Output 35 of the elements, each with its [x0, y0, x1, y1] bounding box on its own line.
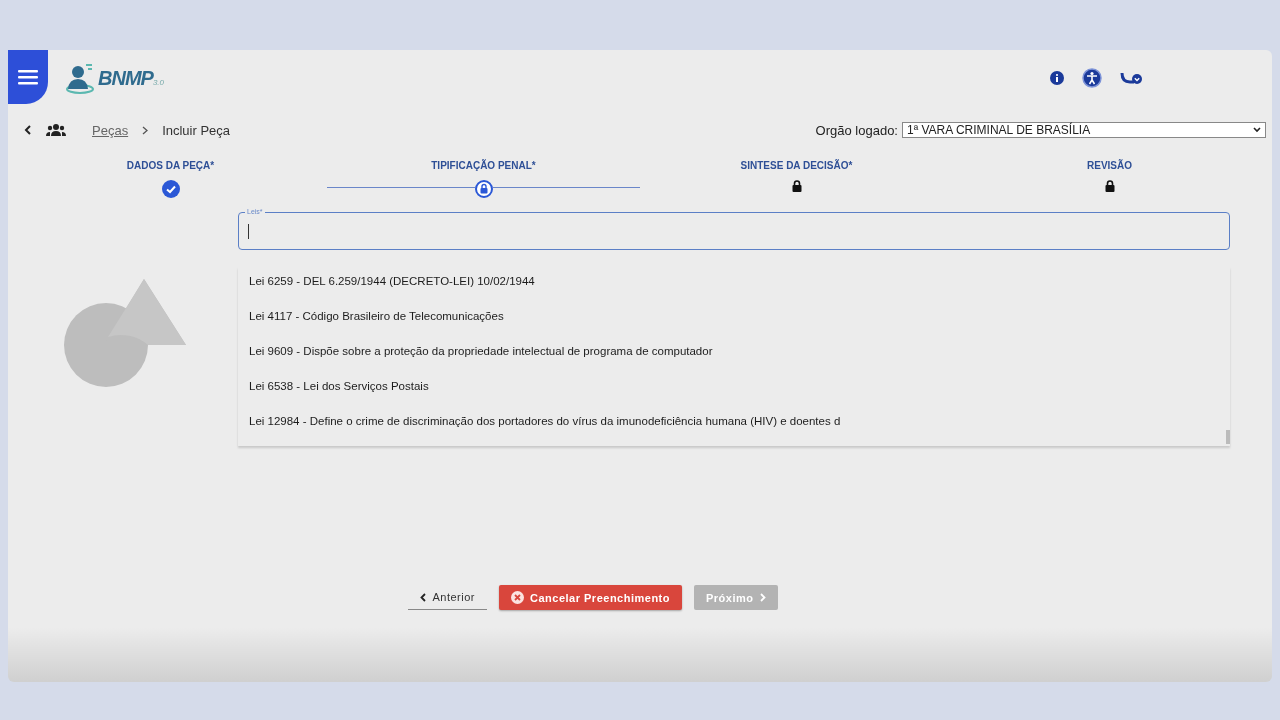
chevron-icon [142, 125, 149, 135]
lock-icon [790, 180, 803, 192]
logo-title: BNMP [98, 66, 153, 90]
step-tab[interactable]: REVISÃO [953, 160, 1266, 201]
cancel-button[interactable]: Cancelar Preenchimento [499, 585, 682, 610]
shapes-icon [64, 279, 188, 389]
law-option[interactable]: Lei 4117 - Código Brasileiro de Telecomunicações [238, 302, 1230, 337]
back-icon[interactable] [24, 125, 32, 135]
lock-circle-icon [474, 180, 493, 198]
accessibility-icon[interactable] [1082, 68, 1102, 88]
law-option[interactable]: Lei 9609 - Dispõe sobre a proteção da propriedade intelectual de programa de computador [238, 337, 1230, 372]
logo-version: 3.0 [152, 77, 164, 87]
orgao-select[interactable]: 1ª VARA CRIMINAL DE BRASÍLIA [902, 122, 1266, 138]
step-tab[interactable]: DADOS DA PEÇA* [14, 160, 327, 201]
info-icon[interactable] [1050, 71, 1064, 85]
breadcrumb-link[interactable]: Peças [92, 122, 129, 138]
chevron-right-icon [759, 593, 766, 602]
lock-icon [1103, 180, 1116, 192]
breadcrumb-current: Incluir Peça [162, 122, 231, 138]
close-icon [511, 591, 524, 604]
check-icon [161, 180, 180, 198]
dropdown-caret-icon [1253, 127, 1261, 133]
law-option[interactable]: Lei 6259 - DEL 6.259/1944 (DECRETO-LEI) 10/02/1944 [238, 267, 1230, 302]
menu-icon [18, 69, 38, 85]
previous-button[interactable]: Anterior [408, 585, 487, 610]
chevron-left-icon [420, 592, 427, 602]
orgao-label: Orgão logado: [815, 122, 898, 138]
step-tab[interactable]: TIPIFICAÇÃO PENAL* [327, 160, 640, 200]
person-logo-icon [66, 62, 96, 94]
group-icon [46, 123, 66, 137]
step-tab[interactable]: SINTESE DA DECISÃO* [640, 160, 953, 201]
law-option[interactable]: Lei 6538 - Lei dos Serviços Postais [238, 372, 1230, 407]
user-menu-icon[interactable] [1120, 71, 1144, 85]
menu-button[interactable] [8, 50, 48, 104]
law-option[interactable]: Lei 12984 - Define o crime de discriminação dos portadores do vírus da imunodeficiência humana (HIV) e doentes d [238, 407, 1230, 442]
